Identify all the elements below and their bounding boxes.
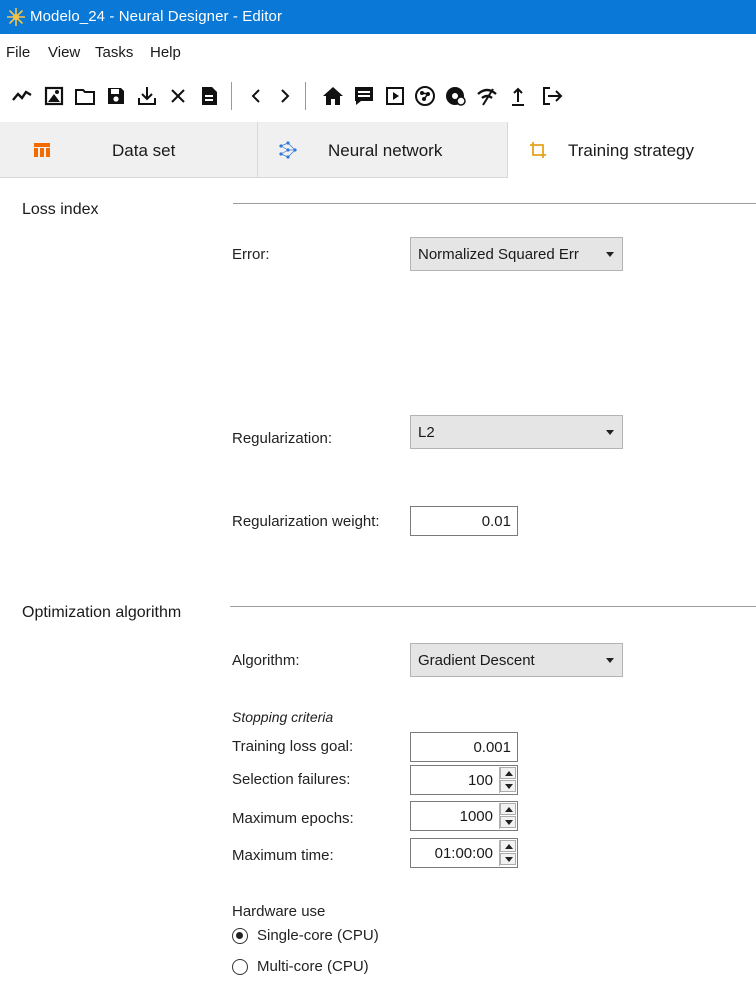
maximum-time-label: Maximum time: bbox=[232, 847, 334, 864]
tab-neural-network[interactable]: Neural network bbox=[258, 122, 508, 178]
upload-icon[interactable] bbox=[506, 84, 530, 108]
toolbar-separator bbox=[231, 82, 232, 110]
error-select[interactable]: Normalized Squared Err bbox=[410, 237, 623, 271]
increment-button[interactable] bbox=[500, 767, 516, 779]
multi-core-label[interactable]: Multi-core (CPU) bbox=[257, 958, 369, 975]
title-bar: Modelo_24 - Neural Designer - Editor bbox=[0, 0, 756, 34]
export-icon[interactable] bbox=[540, 84, 564, 108]
maximum-epochs-value: 1000 bbox=[459, 808, 493, 825]
single-core-radio[interactable] bbox=[232, 928, 248, 944]
chevron-down-icon bbox=[606, 430, 614, 435]
multi-core-radio[interactable] bbox=[232, 959, 248, 975]
maximum-epochs-label: Maximum epochs: bbox=[232, 810, 354, 827]
increment-button[interactable] bbox=[500, 840, 516, 852]
play-icon[interactable] bbox=[383, 84, 407, 108]
tab-label: Training strategy bbox=[568, 141, 694, 160]
brain-settings-icon[interactable] bbox=[444, 84, 468, 108]
algorithm-select[interactable]: Gradient Descent bbox=[410, 643, 623, 677]
spinner bbox=[499, 803, 516, 829]
crop-icon bbox=[530, 142, 546, 158]
increment-button[interactable] bbox=[500, 803, 516, 815]
training-loss-goal-label: Training loss goal: bbox=[232, 738, 354, 755]
algorithm-select-value: Gradient Descent bbox=[418, 652, 535, 669]
regularization-weight-label: Regularization weight: bbox=[232, 513, 380, 530]
training-loss-goal-input[interactable]: 0.001 bbox=[410, 732, 518, 762]
algorithm-label: Algorithm: bbox=[232, 652, 300, 669]
save-icon[interactable] bbox=[104, 84, 128, 108]
toolbar bbox=[0, 76, 756, 116]
section-divider bbox=[230, 606, 756, 607]
loss-index-title: Loss index bbox=[22, 201, 99, 218]
error-select-value: Normalized Squared Err bbox=[418, 246, 579, 263]
single-core-label[interactable]: Single-core (CPU) bbox=[257, 927, 379, 944]
training-loss-goal-value: 0.001 bbox=[473, 739, 511, 756]
decrement-button[interactable] bbox=[500, 816, 516, 828]
menu-file[interactable]: File bbox=[6, 44, 30, 61]
window-title: Modelo_24 - Neural Designer - Editor bbox=[30, 8, 283, 25]
tab-bar: Data set Neural network Training strateg… bbox=[0, 122, 756, 178]
decrement-button[interactable] bbox=[500, 780, 516, 792]
spinner bbox=[499, 767, 516, 793]
close-icon[interactable] bbox=[166, 84, 190, 108]
chevron-down-icon bbox=[606, 658, 614, 663]
regularization-weight-value: 0.01 bbox=[481, 513, 511, 530]
regularization-weight-input[interactable]: 0.01 bbox=[410, 506, 518, 536]
image-icon[interactable] bbox=[42, 84, 66, 108]
app-logo-icon bbox=[7, 8, 25, 26]
selection-failures-value: 100 bbox=[467, 772, 493, 789]
regularization-select-value: L2 bbox=[418, 424, 435, 441]
error-label: Error: bbox=[232, 246, 270, 263]
document-icon[interactable] bbox=[197, 84, 221, 108]
chevron-down-icon bbox=[606, 252, 614, 257]
tab-label: Neural network bbox=[328, 141, 443, 160]
maximum-time-stepper[interactable]: 01:00:00 bbox=[410, 838, 518, 868]
regularization-label: Regularization: bbox=[232, 430, 333, 447]
menu-view[interactable]: View bbox=[48, 44, 80, 61]
download-icon[interactable] bbox=[135, 84, 159, 108]
tab-training-strategy[interactable]: Training strategy bbox=[508, 122, 756, 178]
network-icon bbox=[279, 141, 297, 159]
selection-failures-stepper[interactable]: 100 bbox=[410, 765, 518, 795]
menu-help[interactable]: Help bbox=[150, 44, 181, 61]
regularization-select[interactable]: L2 bbox=[410, 415, 623, 449]
brain-icon[interactable] bbox=[413, 84, 437, 108]
home-icon[interactable] bbox=[321, 84, 345, 108]
tab-label: Data set bbox=[112, 141, 176, 160]
wifi-off-icon[interactable] bbox=[475, 84, 499, 108]
stopping-criteria-title: Stopping criteria bbox=[232, 709, 334, 725]
comment-icon[interactable] bbox=[352, 84, 376, 108]
chevron-right-icon[interactable] bbox=[273, 84, 297, 108]
hardware-use-title: Hardware use bbox=[232, 903, 326, 920]
maximum-epochs-stepper[interactable]: 1000 bbox=[410, 801, 518, 831]
maximum-time-value: 01:00:00 bbox=[434, 845, 493, 862]
section-divider bbox=[233, 203, 756, 204]
spinner bbox=[499, 840, 516, 866]
menu-tasks[interactable]: Tasks bbox=[95, 44, 133, 61]
line-chart-icon[interactable] bbox=[10, 84, 34, 108]
folder-icon[interactable] bbox=[73, 84, 97, 108]
tab-data-set[interactable]: Data set bbox=[0, 122, 258, 178]
optimization-algorithm-title: Optimization algorithm bbox=[22, 604, 182, 621]
table-icon bbox=[34, 143, 50, 157]
decrement-button[interactable] bbox=[500, 853, 516, 865]
toolbar-separator bbox=[305, 82, 306, 110]
selection-failures-label: Selection failures: bbox=[232, 771, 351, 788]
chevron-left-icon[interactable] bbox=[244, 84, 268, 108]
